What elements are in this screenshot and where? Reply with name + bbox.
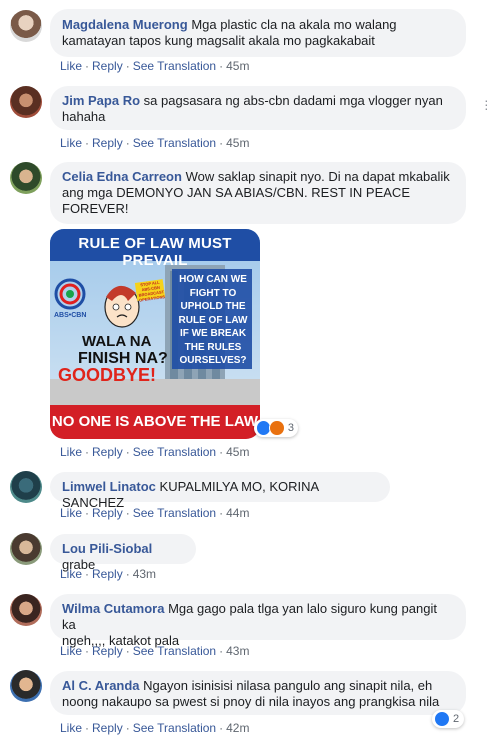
like-link[interactable]: Like — [60, 445, 82, 459]
meme-line: WALA NA — [82, 333, 152, 350]
comment-time[interactable]: 42m — [226, 721, 249, 735]
reply-link[interactable]: Reply — [92, 506, 123, 520]
commenter-name[interactable]: Lou Pili-Siobal — [62, 541, 152, 556]
reaction-count: 3 — [287, 422, 294, 434]
like-link[interactable]: Like — [60, 136, 82, 150]
meme-logo-text: ABS•CBN — [54, 312, 87, 319]
comment-image[interactable]: RULE OF LAW MUST PREVAIL ABS•CBN STOP AL… — [50, 229, 260, 439]
like-link[interactable]: Like — [60, 721, 82, 735]
comment-bubble: Limwel Linatoc KUPALMILYA MO, KORINA SAN… — [50, 472, 390, 510]
comment-text: kamatayan tapos kung magsalit akala mo p… — [62, 33, 375, 48]
comment-actions: Like · Reply · See Translation · 45m — [60, 59, 250, 73]
see-translation-link[interactable]: See Translation — [133, 445, 216, 459]
see-translation-link[interactable]: See Translation — [133, 59, 216, 73]
meme-top-banner: RULE OF LAW MUST PREVAIL — [78, 235, 232, 269]
meme-line: THE RULES — [184, 341, 242, 353]
comment-bubble: Al C. Aranda Ngayon isinisisi nilasa pan… — [50, 671, 466, 715]
reply-link[interactable]: Reply — [92, 445, 123, 459]
comment-bubble: Magdalena Muerong Mga plastic cla na aka… — [50, 9, 466, 57]
comment-actions: Like · Reply · See Translation · 42m — [60, 721, 250, 735]
meme-right-text: HOW CAN WE FIGHT TO UPHOLD THE RULE OF L… — [174, 273, 252, 368]
meme-line: OURSELVES? — [179, 355, 247, 366]
comment-bubble: Jim Papa Ro sa pagsasara ng abs-cbn dada… — [50, 86, 466, 130]
comment-time[interactable]: 45m — [226, 59, 249, 73]
comment-bubble: Celia Edna Carreon Wow saklap sinapit ny… — [50, 162, 466, 224]
avatar[interactable] — [10, 10, 42, 42]
comment-actions: Like · Reply · 43m — [60, 567, 157, 581]
meme-line: HOW CAN WE — [179, 274, 247, 285]
see-translation-link[interactable]: See Translation — [133, 136, 216, 150]
comment-text: hahaha — [62, 109, 106, 124]
avatar[interactable] — [10, 670, 42, 702]
comment-text: FOREVER! — [62, 201, 129, 216]
avatar[interactable] — [10, 162, 42, 194]
comment-actions: Like · Reply · See Translation · 44m — [60, 506, 250, 520]
comment-text: Mga plastic cla na akala mo walang — [191, 17, 397, 32]
like-link[interactable]: Like — [60, 506, 82, 520]
comment-actions: Like · Reply · See Translation · 45m — [60, 445, 250, 459]
like-reaction-icon — [434, 711, 450, 727]
meme-sticker: STOP ALL ABS-CBN BROADCAST OPERATIONS — [138, 279, 166, 303]
avatar[interactable] — [10, 533, 42, 565]
comment-actions: Like · Reply · See Translation · 43m — [60, 644, 250, 658]
commenter-name[interactable]: Jim Papa Ro — [62, 93, 140, 108]
avatar[interactable] — [10, 594, 42, 626]
reaction-summary[interactable]: 2 — [432, 710, 464, 728]
comment-time[interactable]: 44m — [226, 506, 249, 520]
like-link[interactable]: Like — [60, 59, 82, 73]
commenter-name[interactable]: Wilma Cutamora — [62, 601, 164, 616]
commenter-name[interactable]: Limwel Linatoc — [62, 479, 156, 494]
comment-bubble: Wilma Cutamora Mga gago pala tlga yan la… — [50, 594, 466, 648]
comment-text: sa pagsasara ng abs-cbn dadami mga vlogg… — [143, 93, 443, 108]
see-translation-link[interactable]: See Translation — [133, 644, 216, 658]
avatar[interactable] — [10, 86, 42, 118]
reply-link[interactable]: Reply — [92, 644, 123, 658]
meme-line: RULE OF LAW — [178, 314, 248, 326]
commenter-name[interactable]: Celia Edna Carreon — [62, 169, 182, 184]
meme-line: GOODBYE! — [58, 365, 157, 385]
comment-text: Wow saklap sinapit nyo. Di na dapat mkab… — [185, 169, 450, 184]
see-translation-link[interactable]: See Translation — [133, 721, 216, 735]
comment-time[interactable]: 43m — [226, 644, 249, 658]
meme-left-text: WALA NA FINISH NA? GOODBYE! — [58, 333, 173, 384]
reply-link[interactable]: Reply — [92, 136, 123, 150]
see-translation-link[interactable]: See Translation — [133, 506, 216, 520]
angry-reaction-icon — [269, 420, 285, 436]
comment-text: Ngayon isinisisi nilasa pangulo ang sina… — [143, 678, 433, 693]
meme-line: FIGHT TO — [189, 287, 237, 299]
reply-link[interactable]: Reply — [92, 721, 123, 735]
commenter-name[interactable]: Al C. Aranda — [62, 678, 140, 693]
comment-text: ang mga DEMONYO JAN SA ABIAS/CBN. REST I… — [62, 185, 410, 200]
reaction-summary[interactable]: 3 — [254, 419, 298, 437]
like-link[interactable]: Like — [60, 567, 82, 581]
comment-time[interactable]: 45m — [226, 136, 249, 150]
like-link[interactable]: Like — [60, 644, 82, 658]
reply-link[interactable]: Reply — [92, 59, 123, 73]
comment-actions: Like · Reply · See Translation · 45m — [60, 136, 250, 150]
comment-time[interactable]: 45m — [226, 445, 249, 459]
avatar[interactable] — [10, 471, 42, 503]
more-horizontal-icon[interactable]: · · · — [484, 93, 489, 115]
comment-bubble: Lou Pili-Siobal grabe — [50, 534, 196, 572]
comment-text: noong nakaupo sa pwest si pnoy di nila i… — [62, 694, 440, 709]
reply-link[interactable]: Reply — [92, 567, 123, 581]
meme-line: IF WE BREAK — [179, 328, 247, 339]
reaction-count: 2 — [453, 713, 460, 725]
comment-time[interactable]: 43m — [133, 567, 156, 581]
meme-line: UPHOLD THE — [180, 301, 246, 312]
commenter-name[interactable]: Magdalena Muerong — [62, 17, 188, 32]
meme-bottom-banner: NO ONE IS ABOVE THE LAW — [51, 413, 259, 430]
